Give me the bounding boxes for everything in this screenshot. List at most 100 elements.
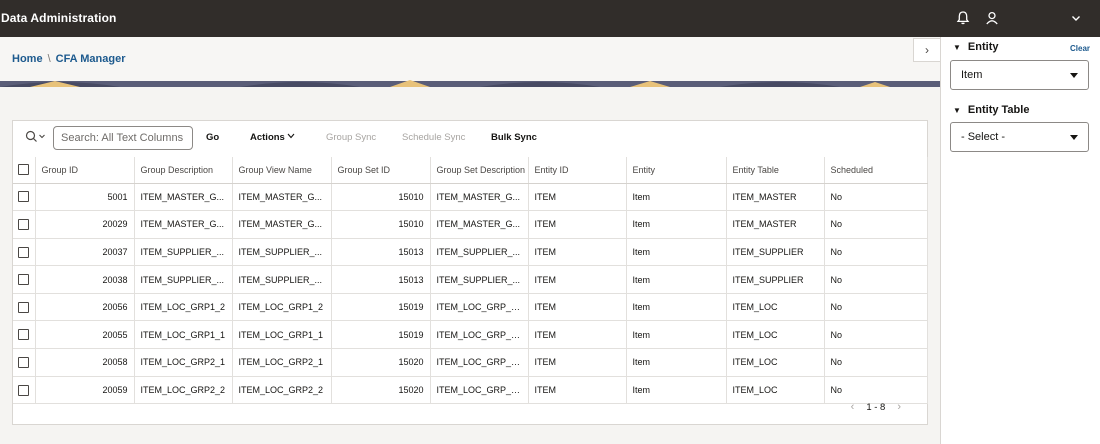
table-row[interactable]: 20056 ITEM_LOC_GRP1_2 ITEM_LOC_GRP1_2 15… <box>13 293 928 322</box>
cell-group-id: 20056 <box>35 293 135 322</box>
row-checkbox-cell <box>13 293 36 322</box>
row-checkbox-cell <box>13 348 36 377</box>
drawer-toggle-button[interactable]: › <box>913 38 940 62</box>
bulk-sync-button[interactable]: Bulk Sync <box>491 132 537 143</box>
entity-table-filter-label: Entity Table <box>967 104 1030 116</box>
column-header[interactable]: Entity ID <box>528 157 627 184</box>
cell-entity-table: ITEM_MASTER <box>726 210 825 239</box>
table-row[interactable]: 20059 ITEM_LOC_GRP2_2 ITEM_LOC_GRP2_2 15… <box>13 376 928 405</box>
entity-table-filter-header[interactable]: ▼ Entity Table <box>953 104 1029 116</box>
table-row[interactable]: 5001 ITEM_MASTER_G... ITEM_MASTER_G... 1… <box>13 183 928 212</box>
cell-group-set-description: ITEM_LOC_GRP_S... <box>430 376 529 405</box>
column-header[interactable]: Group Set Description <box>430 157 529 184</box>
cell-group-set-id: 15013 <box>331 238 431 267</box>
cell-group-view-name: ITEM_LOC_GRP2_1 <box>232 348 332 377</box>
cell-group-set-id: 15010 <box>331 210 431 239</box>
cell-group-view-name: ITEM_LOC_GRP1_1 <box>232 320 332 350</box>
table-card: Go Actions Group Sync Schedule Sync Bulk… <box>12 120 928 425</box>
cell-group-set-description: ITEM_MASTER_G... <box>430 210 529 239</box>
cell-scheduled: No <box>824 348 928 377</box>
table-row[interactable]: 20058 ITEM_LOC_GRP2_1 ITEM_LOC_GRP2_1 15… <box>13 348 928 377</box>
bell-icon[interactable] <box>955 10 971 26</box>
user-icon[interactable] <box>984 10 1000 26</box>
table-row[interactable]: 20055 ITEM_LOC_GRP1_1 ITEM_LOC_GRP1_1 15… <box>13 320 928 350</box>
cell-entity-table: ITEM_LOC <box>726 293 825 322</box>
group-sync-button[interactable]: Group Sync <box>326 132 376 143</box>
row-checkbox[interactable] <box>18 218 29 230</box>
schedule-sync-button[interactable]: Schedule Sync <box>402 132 465 143</box>
row-checkbox[interactable] <box>18 246 29 258</box>
search-icon[interactable] <box>25 130 47 144</box>
dropdown-caret-icon <box>1070 73 1078 78</box>
cell-scheduled: No <box>824 238 928 267</box>
cell-entity-id: ITEM <box>528 210 627 239</box>
column-header[interactable]: Group Description <box>134 157 233 184</box>
data-table: Group ID Group Description Group View Na… <box>13 157 928 405</box>
table-row[interactable]: 20038 ITEM_SUPPLIER_... ITEM_SUPPLIER_..… <box>13 265 928 294</box>
cell-group-view-name: ITEM_MASTER_G... <box>232 183 332 212</box>
cell-group-description: ITEM_MASTER_G... <box>134 210 233 239</box>
entity-filter-label: Entity <box>967 41 999 53</box>
breadcrumb: Home \ CFA Manager <box>12 53 126 65</box>
cell-group-description: ITEM_LOC_GRP2_1 <box>134 348 233 377</box>
cell-group-description: ITEM_LOC_GRP2_2 <box>134 376 233 405</box>
row-checkbox[interactable] <box>18 384 29 396</box>
row-checkbox[interactable] <box>18 329 29 341</box>
row-checkbox-cell <box>13 320 36 350</box>
entity-select[interactable]: Item <box>950 60 1089 90</box>
column-header[interactable]: Entity <box>626 157 727 184</box>
select-all-checkbox-cell <box>13 157 36 184</box>
cell-entity-table: ITEM_SUPPLIER <box>726 265 825 294</box>
column-header[interactable]: Group View Name <box>232 157 332 184</box>
cell-group-description: ITEM_SUPPLIER_... <box>134 265 233 294</box>
entity-filter-header[interactable]: ▼ Entity <box>953 41 998 53</box>
cell-entity: Item <box>626 293 727 322</box>
cell-entity: Item <box>626 348 727 377</box>
clear-link[interactable]: Clear <box>1070 44 1090 53</box>
filter-drawer: ▼ Entity Clear Item ▼ Entity Table - Selec… <box>940 37 1100 444</box>
cell-entity-table: ITEM_SUPPLIER <box>726 238 825 267</box>
actions-label: Actions <box>250 132 285 143</box>
entity-select-value: Item <box>961 69 983 81</box>
cell-group-view-name: ITEM_SUPPLIER_... <box>232 265 332 294</box>
chevron-right-icon[interactable]: › <box>897 401 901 413</box>
go-button[interactable]: Go <box>206 132 219 143</box>
cell-group-id: 20038 <box>35 265 135 294</box>
row-checkbox[interactable] <box>18 301 29 313</box>
row-checkbox-cell <box>13 376 36 405</box>
breadcrumb-current[interactable]: CFA Manager <box>56 53 126 65</box>
cell-group-description: ITEM_MASTER_G... <box>134 183 233 212</box>
cell-group-set-id: 15020 <box>331 376 431 405</box>
column-header[interactable]: Group ID <box>35 157 135 184</box>
column-header[interactable]: Entity Table <box>726 157 825 184</box>
table-row[interactable]: 20037 ITEM_SUPPLIER_... ITEM_SUPPLIER_..… <box>13 238 928 267</box>
cell-group-id: 5001 <box>35 183 135 212</box>
actions-menu[interactable]: Actions <box>250 132 295 143</box>
row-checkbox[interactable] <box>18 191 29 203</box>
row-checkbox[interactable] <box>18 274 29 286</box>
collapse-triangle-icon: ▼ <box>953 43 961 52</box>
cell-group-view-name: ITEM_SUPPLIER_... <box>232 238 332 267</box>
column-header[interactable]: Group Set ID <box>331 157 431 184</box>
breadcrumb-home[interactable]: Home <box>12 53 43 65</box>
cell-entity-id: ITEM <box>528 238 627 267</box>
table-row[interactable]: 20029 ITEM_MASTER_G... ITEM_MASTER_G... … <box>13 210 928 239</box>
main-panel: Go Actions Group Sync Schedule Sync Bulk… <box>0 87 940 444</box>
table-body: 5001 ITEM_MASTER_G... ITEM_MASTER_G... 1… <box>13 183 928 405</box>
chevron-down-icon[interactable] <box>1070 12 1082 24</box>
row-checkbox[interactable] <box>18 356 29 368</box>
row-checkbox-cell <box>13 238 36 267</box>
chevron-left-icon[interactable]: ‹ <box>851 401 855 413</box>
app-header: Data Administration <box>0 0 1100 37</box>
search-input[interactable] <box>53 126 193 150</box>
cell-entity: Item <box>626 210 727 239</box>
cell-entity-id: ITEM <box>528 348 627 377</box>
row-checkbox-cell <box>13 183 36 212</box>
column-header[interactable]: Scheduled <box>824 157 928 184</box>
cell-group-description: ITEM_LOC_GRP1_1 <box>134 320 233 350</box>
entity-table-select[interactable]: - Select - <box>950 122 1089 152</box>
collapse-triangle-icon: ▼ <box>953 106 961 115</box>
cell-entity-id: ITEM <box>528 376 627 405</box>
dropdown-caret-icon <box>1070 135 1078 140</box>
select-all-checkbox[interactable] <box>18 164 29 176</box>
